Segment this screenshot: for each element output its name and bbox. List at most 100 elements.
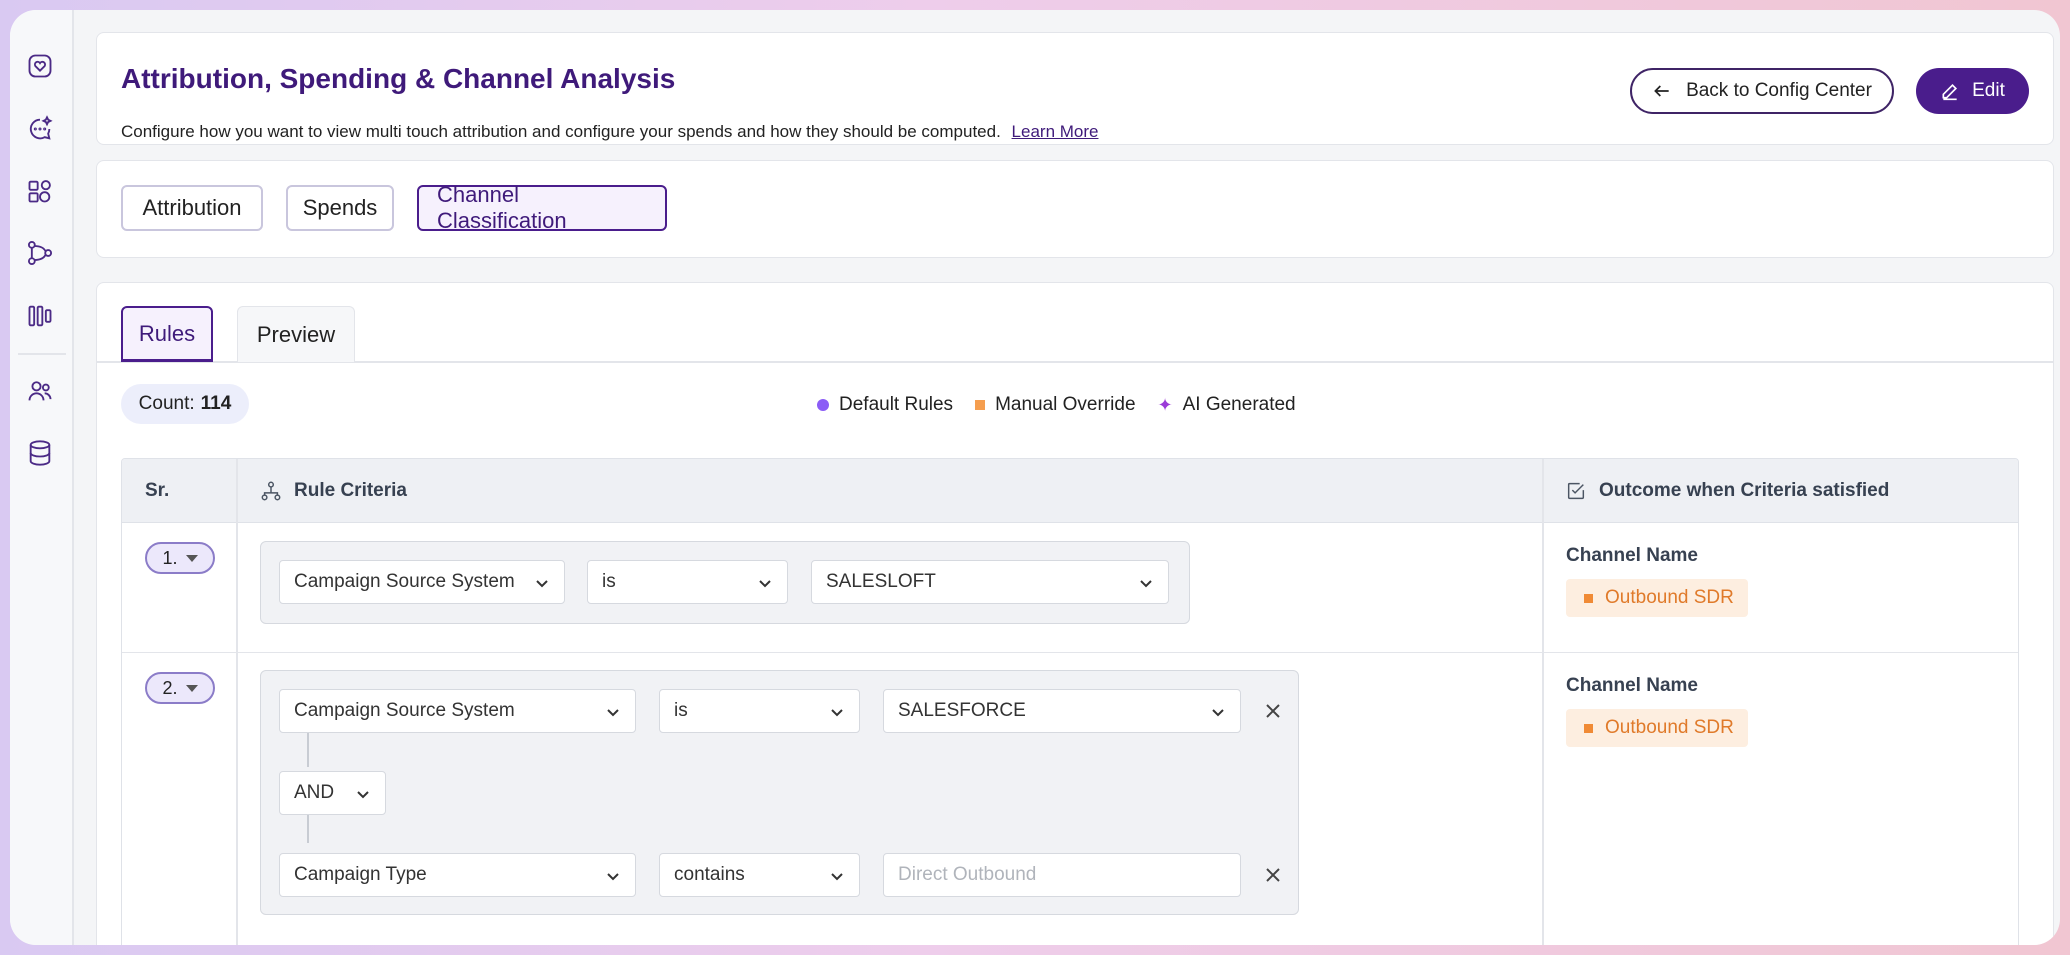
outcome-badge: Outbound SDR: [1566, 579, 1748, 617]
manual-override-square-icon: [1584, 723, 1593, 733]
chevron-down-icon: [757, 575, 773, 591]
chevron-down-icon: [1138, 575, 1154, 591]
back-to-config-button[interactable]: Back to Config Center: [1630, 68, 1894, 114]
chevron-down-icon: [355, 786, 371, 802]
heart-chat-icon[interactable]: [25, 51, 55, 81]
subtab-divider: [97, 361, 2053, 363]
database-icon[interactable]: [25, 438, 55, 468]
value-select[interactable]: SALESFORCE: [883, 689, 1241, 733]
page-title: Attribution, Spending & Channel Analysis: [121, 63, 676, 94]
arrow-left-icon: [1654, 85, 1669, 97]
outcome-header-label: Outcome when Criteria satisfied: [1599, 480, 1890, 501]
tab-preview[interactable]: Preview: [237, 306, 355, 362]
value-input[interactable]: Direct Outbound: [883, 853, 1241, 897]
outcome-badge: Outbound SDR: [1566, 709, 1748, 747]
remove-condition-button[interactable]: [1261, 699, 1285, 723]
col-header-outcome: Outcome when Criteria satisfied: [1565, 459, 1889, 523]
sparkle-chat-icon[interactable]: [25, 114, 55, 144]
count-label: Count:: [138, 393, 195, 414]
value-select-value: SALESFORCE: [898, 700, 1026, 721]
count-value: 114: [200, 393, 232, 414]
sidebar-divider: [18, 353, 66, 355]
operator-select-value: is: [602, 571, 616, 592]
legend-default: Default Rules: [817, 394, 953, 416]
chevron-down-icon: [605, 704, 621, 720]
value-select-value: SALESLOFT: [826, 571, 936, 592]
connector-line: [307, 811, 309, 843]
outcome-value: Outbound SDR: [1605, 717, 1734, 738]
legend-manual-label: Manual Override: [995, 394, 1136, 415]
chevron-down-icon: [829, 704, 845, 720]
field-select-value: Campaign Type: [294, 864, 427, 885]
chevron-down-icon: [605, 868, 621, 884]
edit-button[interactable]: Edit: [1916, 68, 2029, 114]
back-button-label: Back to Config Center: [1686, 80, 1872, 101]
operator-select-value: is: [674, 700, 688, 721]
criteria-header-label: Rule Criteria: [294, 480, 407, 501]
learn-more-link[interactable]: Learn More: [1012, 122, 1099, 141]
join-operator-value: AND: [294, 782, 335, 803]
field-select[interactable]: Campaign Source System: [279, 689, 636, 733]
criteria-group: Campaign Source System is SALESLOFT: [260, 541, 1190, 624]
row-number: 1.: [162, 547, 178, 568]
legend-ai-label: AI Generated: [1182, 394, 1296, 415]
manual-override-square-icon: [975, 400, 986, 410]
page-subtitle: Configure how you want to view multi tou…: [121, 122, 1098, 142]
row-number-toggle[interactable]: 2.: [145, 672, 215, 704]
tab-spends[interactable]: Spends: [286, 185, 394, 231]
check-square-icon: [1567, 482, 1585, 500]
subtitle-text: Configure how you want to view multi tou…: [121, 122, 1001, 141]
table-row: 2. Campaign Source System is SALESFORCE …: [122, 653, 2018, 945]
table-header: Sr. Rule Criteria Outcome when Criteria …: [122, 459, 2018, 523]
manual-override-square-icon: [1584, 593, 1593, 603]
chevron-down-icon: [829, 868, 845, 884]
dashboard-icon[interactable]: [25, 176, 55, 206]
hierarchy-icon: [261, 481, 281, 501]
outcome-label: Channel Name: [1566, 675, 1698, 696]
sidebar: [10, 10, 74, 945]
legend-default-label: Default Rules: [839, 394, 954, 415]
operator-select-value: contains: [674, 864, 745, 885]
tab-channel-classification[interactable]: Channel Classification: [417, 182, 667, 233]
count-badge: Count: 114: [121, 384, 249, 424]
rules-card: Rules Preview Count: 114 Default Rules M…: [96, 282, 2054, 945]
close-icon: [1266, 868, 1280, 882]
tab-rules[interactable]: Rules: [121, 306, 213, 362]
col-header-criteria: Rule Criteria: [260, 459, 407, 523]
outcome-value: Outbound SDR: [1605, 587, 1734, 608]
operator-select[interactable]: is: [659, 689, 860, 733]
section-tabs-card: Attribution Spends Channel Classificatio…: [96, 160, 2054, 258]
chevron-down-icon: [1210, 704, 1226, 720]
caret-down-icon: [185, 684, 198, 692]
chevron-down-icon: [534, 575, 550, 591]
sparkle-icon: ✦: [1157, 394, 1173, 415]
default-rules-dot-icon: [817, 399, 829, 411]
field-select[interactable]: Campaign Source System: [279, 560, 565, 604]
value-select[interactable]: SALESLOFT: [811, 560, 1169, 604]
criteria-group: Campaign Source System is SALESFORCE AND…: [260, 670, 1299, 915]
operator-select[interactable]: is: [587, 560, 788, 604]
value-input-placeholder: Direct Outbound: [898, 864, 1037, 885]
branch-icon[interactable]: [25, 238, 55, 268]
legend-ai: ✦ AI Generated: [1158, 394, 1296, 416]
users-icon[interactable]: [25, 376, 55, 406]
field-select-value: Campaign Source System: [294, 571, 515, 592]
tab-attribution[interactable]: Attribution: [121, 185, 263, 231]
edit-button-label: Edit: [1972, 80, 2005, 101]
header-card: Attribution, Spending & Channel Analysis…: [96, 32, 2054, 145]
col-header-sr: Sr.: [145, 480, 170, 501]
field-select[interactable]: Campaign Type: [279, 853, 636, 897]
rules-table: Sr. Rule Criteria Outcome when Criteria …: [121, 458, 2019, 945]
pencil-icon: [1942, 83, 1958, 101]
columns-icon[interactable]: [25, 301, 55, 331]
join-operator-select[interactable]: AND: [279, 771, 386, 815]
legend-manual: Manual Override: [975, 394, 1136, 416]
operator-select[interactable]: contains: [659, 853, 860, 897]
connector-line: [307, 733, 309, 767]
legend: Default Rules Manual Override ✦ AI Gener…: [817, 394, 1296, 416]
row-number: 2.: [162, 677, 178, 698]
caret-down-icon: [185, 554, 198, 562]
field-select-value: Campaign Source System: [294, 700, 515, 721]
remove-condition-button[interactable]: [1261, 863, 1285, 887]
row-number-toggle[interactable]: 1.: [145, 542, 215, 574]
